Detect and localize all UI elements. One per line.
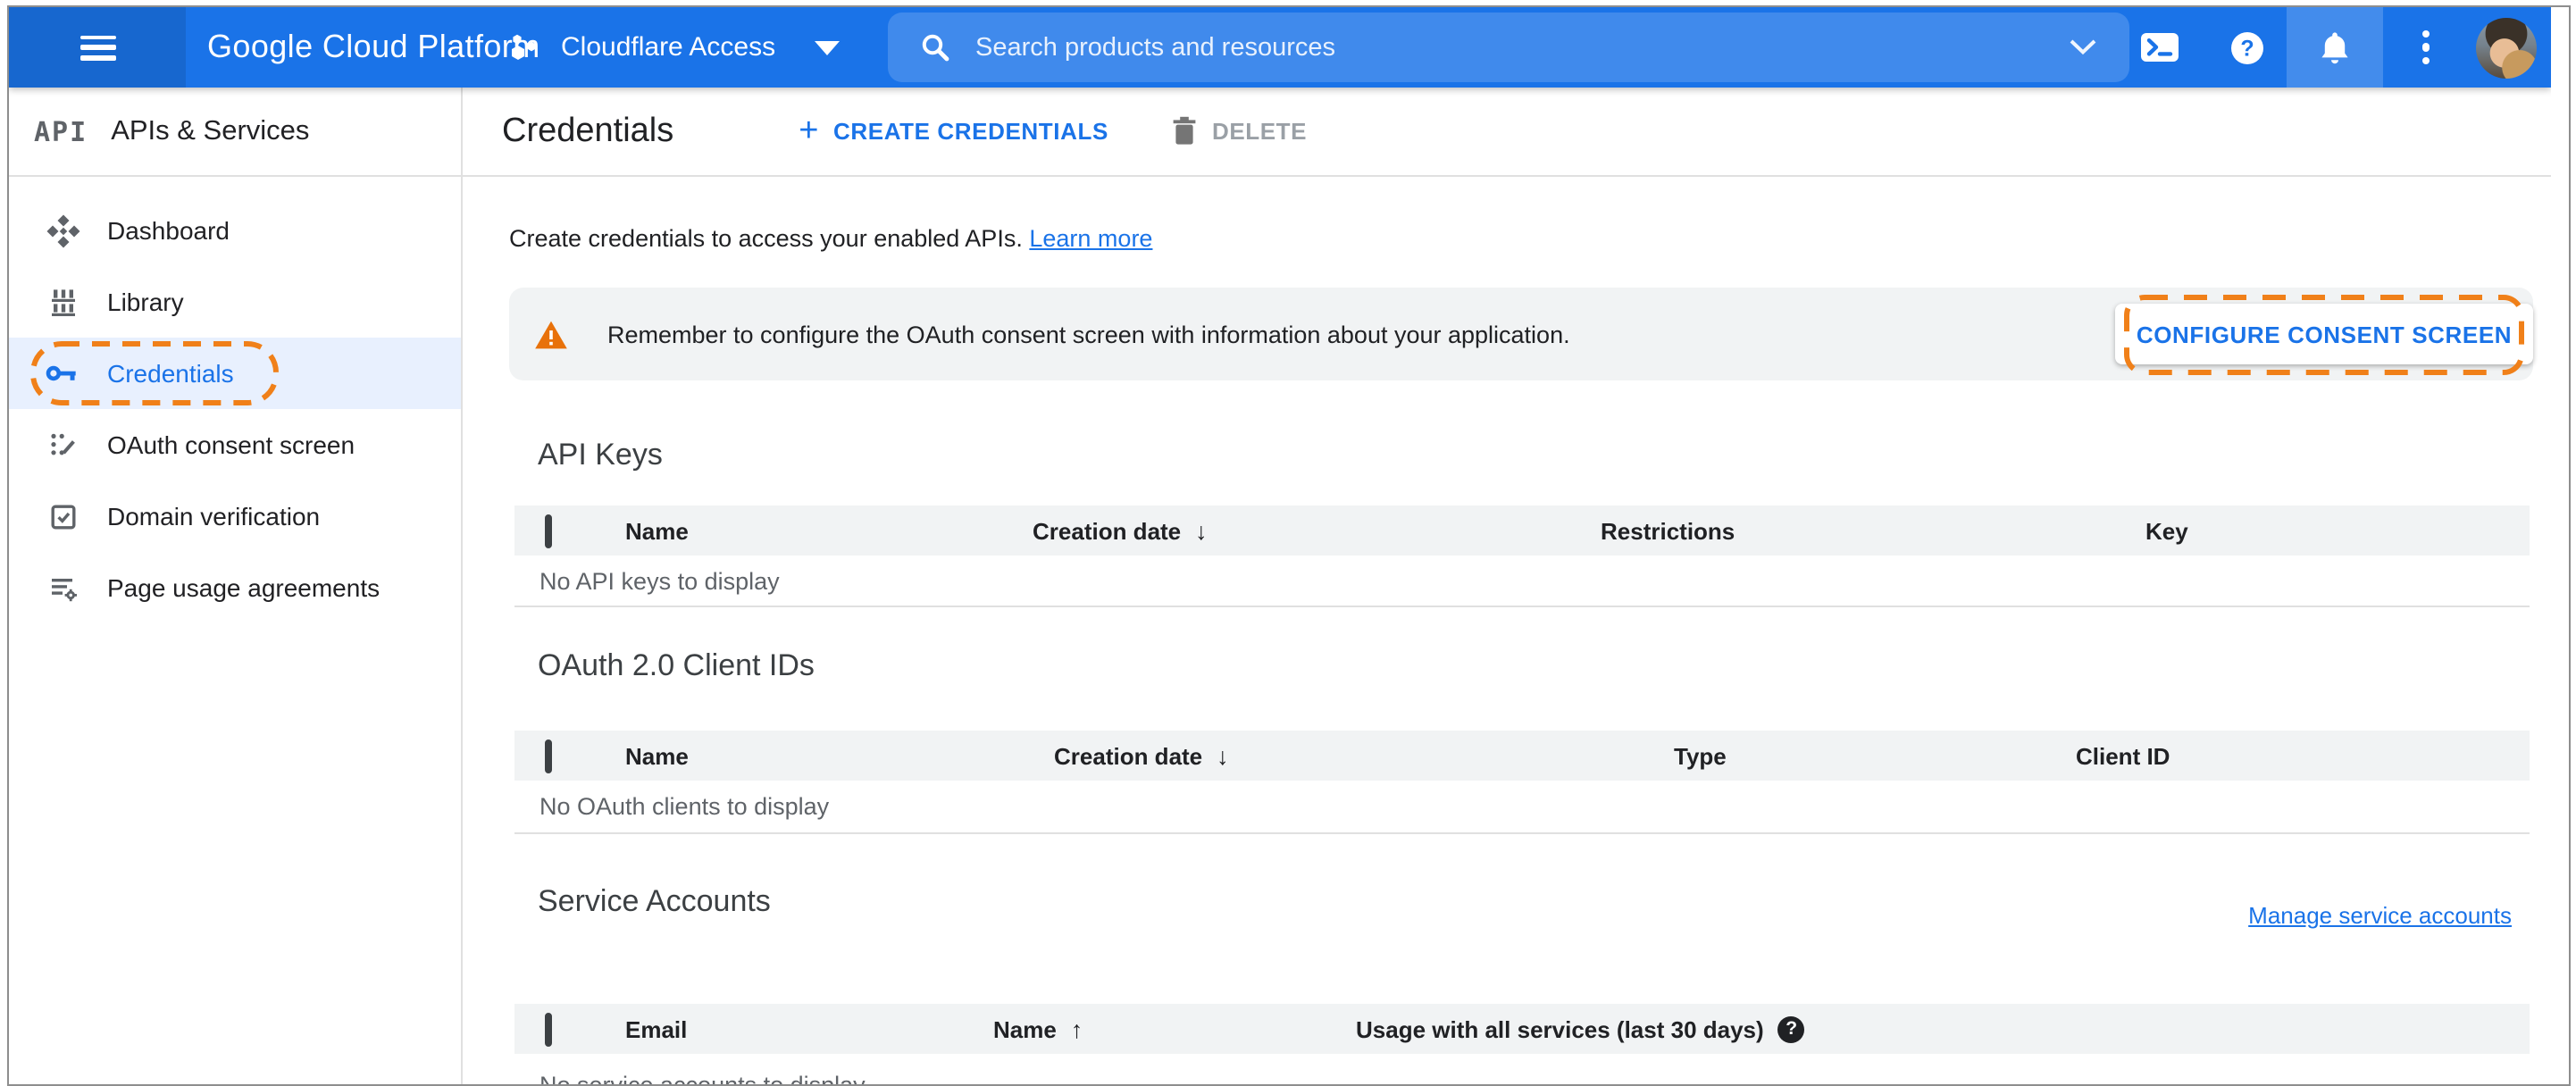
banner-message: Remember to configure the OAuth consent … (607, 321, 1570, 347)
consent-icon (45, 428, 80, 462)
column-email[interactable]: Email (625, 1015, 993, 1042)
column-creation-date[interactable]: Creation date ↓ (1054, 742, 1674, 769)
library-icon (45, 285, 80, 319)
section-title-api-keys: API Keys (538, 438, 663, 472)
help-icon[interactable]: ? (2229, 29, 2264, 65)
sidebar-item-label: Page usage agreements (107, 573, 381, 602)
consent-button-highlight: CONFIGURE CONSENT SCREEN (2114, 294, 2534, 374)
project-name: Cloudflare Access (561, 32, 776, 63)
configure-consent-screen-button[interactable]: CONFIGURE CONSENT SCREEN (2114, 304, 2534, 364)
project-hexagons-icon (512, 33, 536, 59)
page-title: Credentials (502, 112, 674, 149)
sidebar-item-label: Domain verification (107, 502, 321, 530)
select-all-checkbox[interactable] (545, 514, 552, 547)
project-caret-icon (815, 40, 841, 54)
select-all-checkbox[interactable] (545, 739, 552, 773)
dashboard-icon (45, 213, 80, 247)
sidebar-item-label: Credentials (107, 359, 234, 388)
column-usage: Usage with all services (last 30 days) ? (1356, 1015, 2530, 1043)
service-accounts-table: Email Name ↑ Usage with all services (la… (514, 1004, 2530, 1084)
search-input[interactable] (972, 31, 2069, 63)
page-header: Credentials + CREATE CREDENTIALS DELETE (463, 88, 2551, 177)
scrollbar-gutter (2551, 7, 2569, 1084)
delete-label: DELETE (1211, 118, 1308, 145)
domain-check-icon (45, 499, 80, 533)
project-selector[interactable]: Cloudflare Access (507, 7, 841, 88)
top-app-bar: Google Cloud Platform Cloudflare Access (9, 7, 2551, 88)
api-keys-table: Name Creation date ↓ Restrictions Key No… (514, 505, 2530, 607)
service-accounts-heading-row: Service Accounts Manage service accounts (509, 884, 2533, 945)
sidebar-item-dashboard[interactable]: Dashboard (9, 195, 461, 266)
column-name[interactable]: Name (625, 517, 1033, 544)
consent-warning-banner: Remember to configure the OAuth consent … (509, 288, 2534, 380)
bell-icon (2321, 31, 2347, 63)
oauth-clients-table-header: Name Creation date ↓ Type Client ID (514, 731, 2530, 781)
key-icon (45, 357, 80, 389)
search-bar[interactable] (888, 13, 2129, 82)
more-options-icon[interactable] (2421, 29, 2430, 65)
column-restrictions[interactable]: Restrictions (1601, 517, 2145, 544)
main-content: Credentials + CREATE CREDENTIALS DELETE (463, 88, 2551, 1084)
svg-text:?: ? (2239, 35, 2253, 60)
service-accounts-empty-state: No service accounts to display (514, 1054, 2530, 1084)
sidebar-item-label: Library (107, 288, 184, 316)
api-keys-table-header: Name Creation date ↓ Restrictions Key (514, 505, 2530, 556)
section-title-service-accounts: Service Accounts (538, 884, 771, 918)
notifications-button[interactable] (2286, 7, 2382, 88)
api-logo-glyph: API (34, 115, 88, 147)
sort-desc-icon: ↓ (1195, 517, 1208, 544)
sidebar-header-label: APIs & Services (111, 115, 310, 146)
column-key[interactable]: Key (2145, 517, 2530, 544)
sidebar-item-label: OAuth consent screen (107, 430, 355, 459)
sidebar-item-page-usage-agreements[interactable]: Page usage agreements (9, 552, 461, 623)
sidebar-nav: Dashboard Library Credentials OAuth cons… (9, 177, 461, 623)
usage-help-icon[interactable]: ? (1777, 1015, 1805, 1043)
product-title[interactable]: Google Cloud Platform (207, 29, 540, 66)
search-icon (920, 32, 950, 63)
service-accounts-table-header: Email Name ↑ Usage with all services (la… (514, 1004, 2530, 1055)
select-all-checkbox[interactable] (545, 1012, 552, 1047)
column-name[interactable]: Name (625, 742, 1054, 769)
column-creation-date[interactable]: Creation date ↓ (1033, 517, 1601, 544)
section-title-oauth-clients: OAuth 2.0 Client IDs (538, 648, 815, 682)
create-credentials-label: CREATE CREDENTIALS (833, 118, 1108, 145)
oauth-clients-table: Name Creation date ↓ Type Client ID No O… (514, 731, 2530, 834)
plus-icon: + (799, 113, 820, 150)
cloud-shell-icon[interactable] (2139, 32, 2179, 63)
sidebar-item-credentials[interactable]: Credentials (9, 338, 461, 409)
column-client-id[interactable]: Client ID (2076, 742, 2530, 769)
sidebar-header: API APIs & Services (9, 88, 461, 177)
hamburger-icon (79, 35, 115, 60)
sort-asc-icon: ↑ (1070, 1015, 1083, 1043)
create-credentials-button[interactable]: + CREATE CREDENTIALS (799, 114, 1108, 148)
agreements-icon (45, 571, 80, 605)
hamburger-menu-button[interactable] (9, 7, 186, 88)
page-body: Create credentials to access your enable… (463, 225, 2551, 1084)
user-avatar[interactable] (2476, 17, 2537, 78)
sidebar-item-label: Dashboard (107, 216, 230, 245)
api-keys-empty-state: No API keys to display (514, 556, 2530, 607)
sidebar-item-oauth-consent-screen[interactable]: OAuth consent screen (9, 409, 461, 480)
warning-icon (534, 319, 568, 349)
browser-window: Google Cloud Platform Cloudflare Access (7, 5, 2571, 1086)
oauth-clients-empty-state: No OAuth clients to display (514, 781, 2530, 834)
sidebar: API APIs & Services Dashboard Library Cr… (9, 88, 463, 1084)
search-chevron-down-icon[interactable] (2069, 39, 2097, 55)
column-name[interactable]: Name ↑ (993, 1015, 1356, 1042)
column-type[interactable]: Type (1674, 742, 2076, 769)
delete-button[interactable]: DELETE (1173, 116, 1307, 146)
topbar-icon-group: ? (2139, 7, 2551, 88)
sidebar-item-domain-verification[interactable]: Domain verification (9, 480, 461, 552)
manage-service-accounts-link[interactable]: Manage service accounts (2248, 901, 2512, 928)
sidebar-item-library[interactable]: Library (9, 266, 461, 338)
intro-text: Create credentials to access your enable… (509, 225, 1153, 252)
screenshot-stage: Google Cloud Platform Cloudflare Access (0, 0, 2576, 1086)
learn-more-link[interactable]: Learn more (1029, 225, 1152, 252)
trash-icon (1174, 116, 1197, 145)
sort-desc-icon: ↓ (1217, 742, 1229, 769)
